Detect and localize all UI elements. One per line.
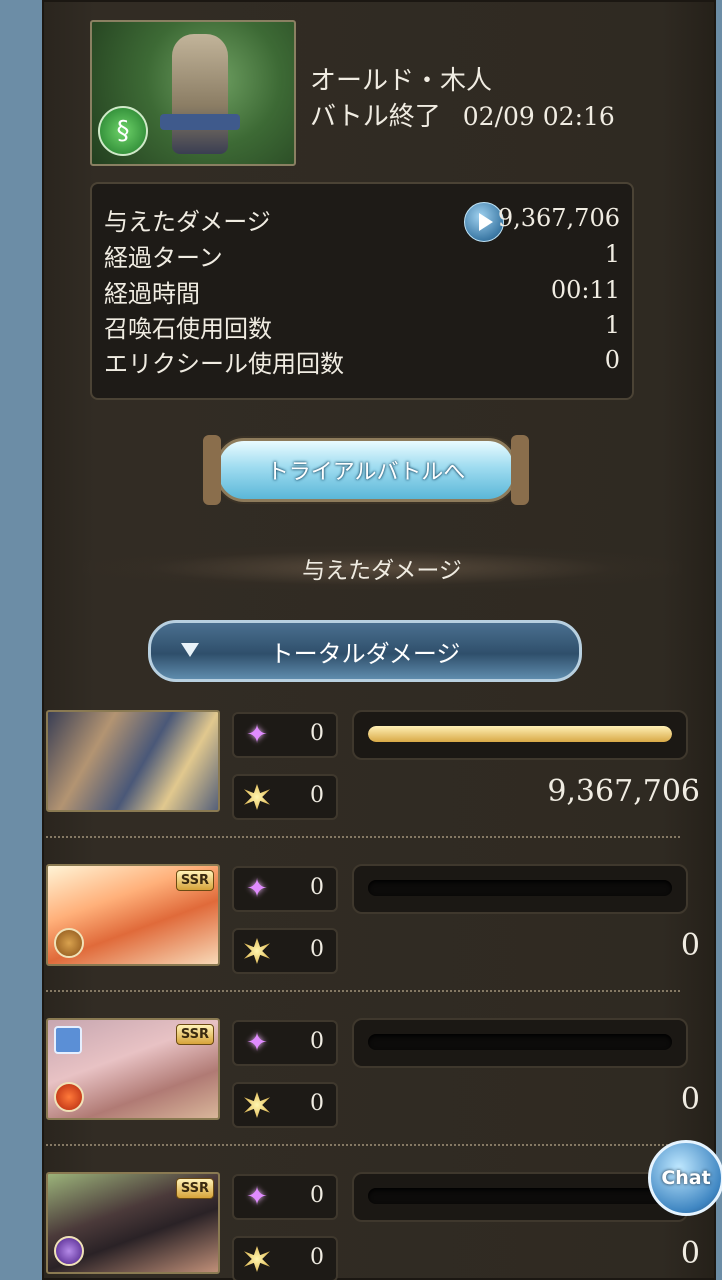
damage-bar: [352, 710, 688, 760]
ougi-icon: [242, 782, 272, 812]
ougi-count-box: 0: [232, 928, 338, 974]
stat-label: 与えたダメージ: [104, 208, 271, 236]
stat-row-damage: 与えたダメージ 9,367,706: [104, 202, 620, 242]
stat-label: 経過時間: [104, 280, 200, 308]
crit-count-box: ✦ 0: [232, 712, 338, 758]
chevron-down-icon: [181, 643, 199, 657]
damage-bar-track: [368, 880, 672, 896]
section-title: 与えたダメージ: [82, 546, 682, 590]
damage-bar: [352, 1018, 688, 1068]
stat-row-elixir: エリクシール使用回数 0: [104, 344, 620, 378]
ougi-icon: [242, 1090, 272, 1120]
stat-label: エリクシール使用回数: [104, 350, 344, 378]
crit-count-box: ✦ 0: [232, 866, 338, 912]
fire-element-icon: [54, 1082, 84, 1112]
character-portrait[interactable]: SSR: [46, 864, 220, 966]
stat-value: 1: [604, 240, 620, 268]
chat-button[interactable]: Chat: [648, 1140, 722, 1216]
dropdown-selected-label: トータルダメージ: [269, 639, 461, 668]
ring-buff-icon: [54, 1026, 82, 1054]
crit-count: 0: [310, 721, 324, 746]
ougi-count: 0: [310, 1091, 324, 1116]
character-row: SSR ✦ 0 0 0: [42, 1172, 716, 1280]
row-divider: [46, 990, 680, 992]
crit-count: 0: [310, 875, 324, 900]
damage-value: 0: [680, 928, 700, 963]
row-divider: [46, 836, 680, 838]
stat-label: 召喚石使用回数: [104, 315, 272, 343]
ougi-icon: [242, 1244, 272, 1274]
stat-row-time: 経過時間 00:11: [104, 274, 620, 308]
crit-count-box: ✦ 0: [232, 1174, 338, 1220]
damage-value: 9,367,706: [547, 774, 700, 809]
boss-portrait: §: [90, 20, 296, 166]
damage-value: 0: [680, 1236, 700, 1271]
sparkle-icon: ✦: [246, 874, 268, 904]
ssr-badge: SSR: [175, 1178, 214, 1199]
sparkle-icon: ✦: [246, 720, 268, 750]
ougi-count-box: 0: [232, 1082, 338, 1128]
boss-name: オールド・木人: [310, 66, 493, 96]
trial-battle-button[interactable]: トライアルバトルへ: [203, 435, 529, 505]
ougi-icon: [242, 936, 272, 966]
crit-count: 0: [310, 1183, 324, 1208]
ougi-count-box: 0: [232, 774, 338, 820]
damage-bar: [352, 1172, 688, 1222]
ssr-badge: SSR: [175, 1024, 214, 1045]
ougi-count: 0: [310, 783, 324, 808]
boss-figure: [172, 34, 228, 154]
stat-label: 経過ターン: [104, 244, 223, 272]
battle-stats-box: 与えたダメージ 9,367,706 経過ターン 1 経過時間 00:11 召喚石…: [90, 182, 634, 400]
dark-element-icon: [54, 1236, 84, 1266]
stat-row-summon: 召喚石使用回数 1: [104, 309, 620, 343]
row-divider: [46, 1144, 680, 1146]
stat-row-turns: 経過ターン 1: [104, 238, 620, 272]
damage-bar-track: [368, 726, 672, 742]
stat-value: 00:11: [550, 276, 620, 304]
damage-bar-track: [368, 1034, 672, 1050]
ougi-count: 0: [310, 1245, 324, 1270]
crit-count-box: ✦ 0: [232, 1020, 338, 1066]
damage-type-dropdown[interactable]: トータルダメージ: [148, 620, 582, 682]
battle-datetime: 02/09 02:16: [462, 102, 615, 131]
character-portrait[interactable]: SSR: [46, 1172, 220, 1274]
damage-bar-fill: [368, 726, 672, 742]
damage-value: 0: [680, 1082, 700, 1117]
ssr-badge: SSR: [175, 870, 214, 891]
character-portrait[interactable]: SSR: [46, 1018, 220, 1120]
crit-count: 0: [310, 1029, 324, 1054]
battle-status-line: バトル終了 02/09 02:16: [310, 96, 615, 133]
earth-element-icon: [54, 928, 84, 958]
damage-bar: [352, 864, 688, 914]
battle-status: バトル終了: [310, 102, 441, 132]
stat-value: 0: [604, 346, 620, 374]
wind-element-icon: §: [98, 106, 148, 156]
character-portrait[interactable]: [46, 710, 220, 812]
boss-band: [160, 114, 240, 130]
battle-result-panel: § オールド・木人 バトル終了 02/09 02:16 与えたダメージ 9,367…: [42, 0, 716, 1280]
damage-bar-track: [368, 1188, 672, 1204]
ougi-count: 0: [310, 937, 324, 962]
sparkle-icon: ✦: [246, 1182, 268, 1212]
sparkle-icon: ✦: [246, 1028, 268, 1058]
stat-value: 9,367,706: [497, 204, 620, 232]
ougi-count-box: 0: [232, 1236, 338, 1280]
stat-value: 1: [604, 311, 620, 339]
